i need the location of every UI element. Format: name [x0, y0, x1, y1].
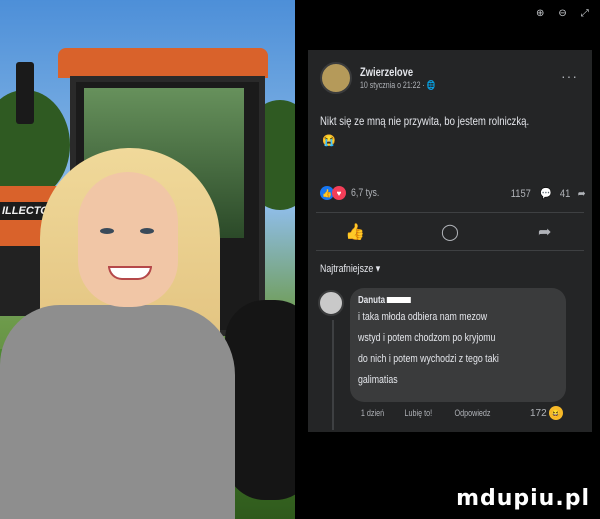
watermark: mdupiu.pl: [456, 486, 590, 511]
tractor-mirror: [16, 62, 34, 124]
comment-bubble: Danuta i taka młoda odbiera nam mezow ws…: [350, 288, 566, 402]
comment-meta: 1 dzień Lubię to! Odpowiedz: [358, 408, 495, 418]
comment-line: wstyd i potem chodzom po kryjomu: [358, 332, 496, 344]
tractor-roof: [58, 48, 268, 78]
love-reaction-icon: ♥: [332, 186, 346, 200]
comment-time[interactable]: 1 dzień: [361, 408, 384, 418]
comment-line: do nich i potem wychodzi z tego taki: [358, 353, 499, 365]
comment-reply-button[interactable]: Odpowiedz: [454, 408, 490, 418]
share-count: 41: [559, 187, 570, 200]
comment-reactions[interactable]: 172 😆: [530, 406, 563, 420]
laugh-reaction-icon: 😆: [548, 406, 563, 420]
zoom-out-icon[interactable]: ⊖: [558, 8, 566, 19]
comment-line: i taka młoda odbiera nam mezow: [358, 311, 488, 323]
reaction-summary[interactable]: 👍 ♥ 6,7 tys.: [320, 186, 386, 200]
post-author[interactable]: Zwierzelove: [360, 65, 436, 79]
comment-avatar[interactable]: [318, 290, 344, 316]
comment-author[interactable]: Danuta: [358, 295, 411, 306]
comment-reaction-count: 172: [530, 407, 547, 419]
more-options-icon[interactable]: ···: [561, 68, 578, 84]
viewer-toolbar: ⊕ ⊖ ⤢: [536, 8, 589, 19]
share-count-icon: ➦: [577, 188, 586, 200]
woman-face: [78, 172, 178, 307]
engagement-counts[interactable]: 1157 💬 41 ➦: [509, 187, 586, 201]
comment-count-icon: 💬: [539, 188, 552, 200]
avatar[interactable]: [320, 62, 352, 94]
share-icon[interactable]: ➦: [530, 222, 560, 242]
post-header: Zwierzelove 10 stycznia o 21:22 · 🌐: [320, 62, 457, 94]
expand-icon[interactable]: ⤢: [581, 8, 589, 19]
comment-count: 1157: [510, 187, 532, 200]
post-text: Nikt się ze mną nie przywita, bo jestem …: [320, 114, 530, 128]
post-photo: ILLECTOR: [0, 0, 295, 519]
comment-sort-dropdown[interactable]: Najtrafniejsze ▾: [320, 262, 380, 275]
comment-icon[interactable]: ◯: [435, 222, 465, 242]
zoom-in-icon[interactable]: ⊕: [536, 8, 544, 19]
comment-like-button[interactable]: Lubię to!: [404, 408, 432, 418]
globe-icon: 🌐: [426, 80, 436, 90]
reaction-count: 6,7 tys.: [351, 187, 380, 199]
tractor-wheel: [225, 300, 295, 500]
post-date[interactable]: 10 stycznia o 21:22 · 🌐: [360, 80, 436, 91]
crying-emoji: 😭: [322, 135, 336, 147]
like-icon[interactable]: 👍: [340, 222, 370, 242]
post-actions: 👍 ◯ ➦: [308, 222, 592, 242]
woman-shirt: [0, 305, 235, 519]
facebook-post-panel: Zwierzelove 10 stycznia o 21:22 · 🌐 ··· …: [308, 50, 592, 432]
comment-line: galimatias: [358, 374, 398, 386]
